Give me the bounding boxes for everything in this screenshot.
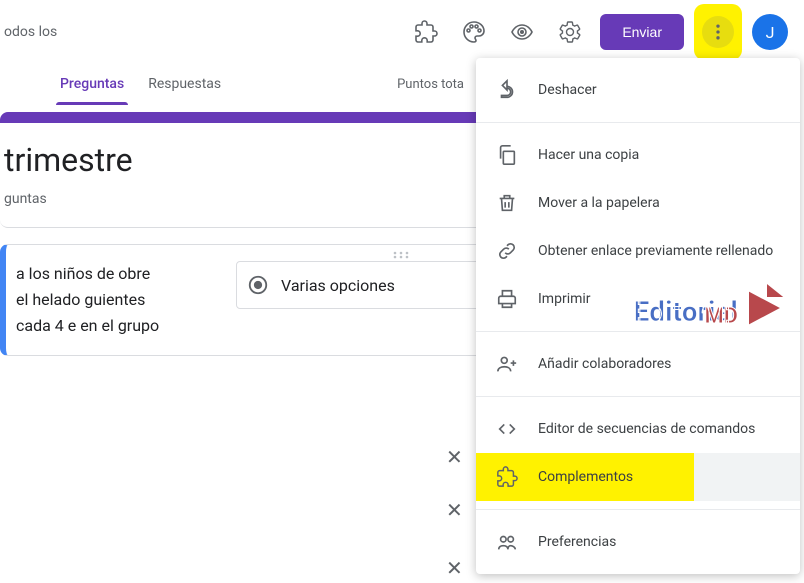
more-vert-icon	[702, 16, 734, 48]
preview-icon[interactable]	[498, 8, 546, 56]
menu-make-copy[interactable]: Hacer una copia	[476, 131, 800, 179]
menu-prefilled-link[interactable]: Obtener enlace previamente rellenado	[476, 227, 800, 275]
drag-handle-icon[interactable]	[387, 249, 415, 261]
code-icon	[496, 418, 518, 440]
send-button[interactable]: Enviar	[600, 14, 684, 50]
total-points-label: Puntos tota	[397, 77, 464, 92]
addon-icon	[496, 466, 518, 488]
menu-move-trash[interactable]: Mover a la papelera	[476, 179, 800, 227]
menu-make-copy-label: Hacer una copia	[538, 147, 639, 163]
question-type-label: Varias opciones	[281, 276, 395, 295]
close-icon[interactable]: ✕	[446, 445, 463, 469]
menu-add-collaborators[interactable]: Añadir colaboradores	[476, 340, 800, 388]
tab-responses[interactable]: Respuestas	[136, 64, 233, 104]
menu-preferences[interactable]: Preferencias	[476, 518, 800, 566]
menu-addons-label: Complementos	[538, 469, 633, 485]
menu-divider	[476, 396, 800, 397]
undo-icon	[496, 79, 518, 101]
menu-divider	[476, 122, 800, 123]
menu-script-editor[interactable]: Editor de secuencias de comandos	[476, 405, 800, 453]
menu-add-collaborators-label: Añadir colaboradores	[538, 356, 671, 372]
question-type-select[interactable]: Varias opciones ▾	[236, 261, 496, 309]
menu-addons[interactable]: Complementos	[476, 453, 800, 501]
close-icon[interactable]: ✕	[446, 556, 463, 580]
add-user-icon	[496, 353, 518, 375]
menu-print[interactable]: Imprimir	[476, 275, 800, 323]
question-text[interactable]: a los niños de obre el helado guientes c…	[16, 261, 166, 339]
menu-script-editor-label: Editor de secuencias de comandos	[538, 421, 755, 437]
avatar[interactable]: J	[752, 14, 788, 50]
tab-questions[interactable]: Preguntas	[48, 64, 136, 104]
preferences-icon	[496, 531, 518, 553]
settings-icon[interactable]	[546, 8, 594, 56]
print-icon	[496, 288, 518, 310]
menu-undo[interactable]: Deshacer	[476, 66, 800, 114]
more-options-menu: Deshacer Hacer una copia Mover a la pape…	[476, 58, 800, 574]
close-icon[interactable]: ✕	[446, 498, 463, 522]
menu-print-label: Imprimir	[538, 291, 591, 307]
menu-preferences-label: Preferencias	[538, 534, 616, 550]
radio-icon	[247, 274, 269, 296]
menu-divider	[476, 509, 800, 510]
menu-undo-label: Deshacer	[538, 82, 597, 98]
theme-icon[interactable]	[450, 8, 498, 56]
addon-icon[interactable]	[402, 8, 450, 56]
more-options-button[interactable]	[694, 4, 742, 60]
copy-icon	[496, 144, 518, 166]
link-icon	[496, 240, 518, 262]
trash-icon	[496, 192, 518, 214]
menu-prefilled-link-label: Obtener enlace previamente rellenado	[538, 243, 773, 259]
top-bar: odos los Enviar J	[0, 0, 804, 64]
menu-move-trash-label: Mover a la papelera	[538, 195, 660, 211]
menu-divider	[476, 331, 800, 332]
breadcrumb-fragment: odos los	[0, 23, 57, 41]
